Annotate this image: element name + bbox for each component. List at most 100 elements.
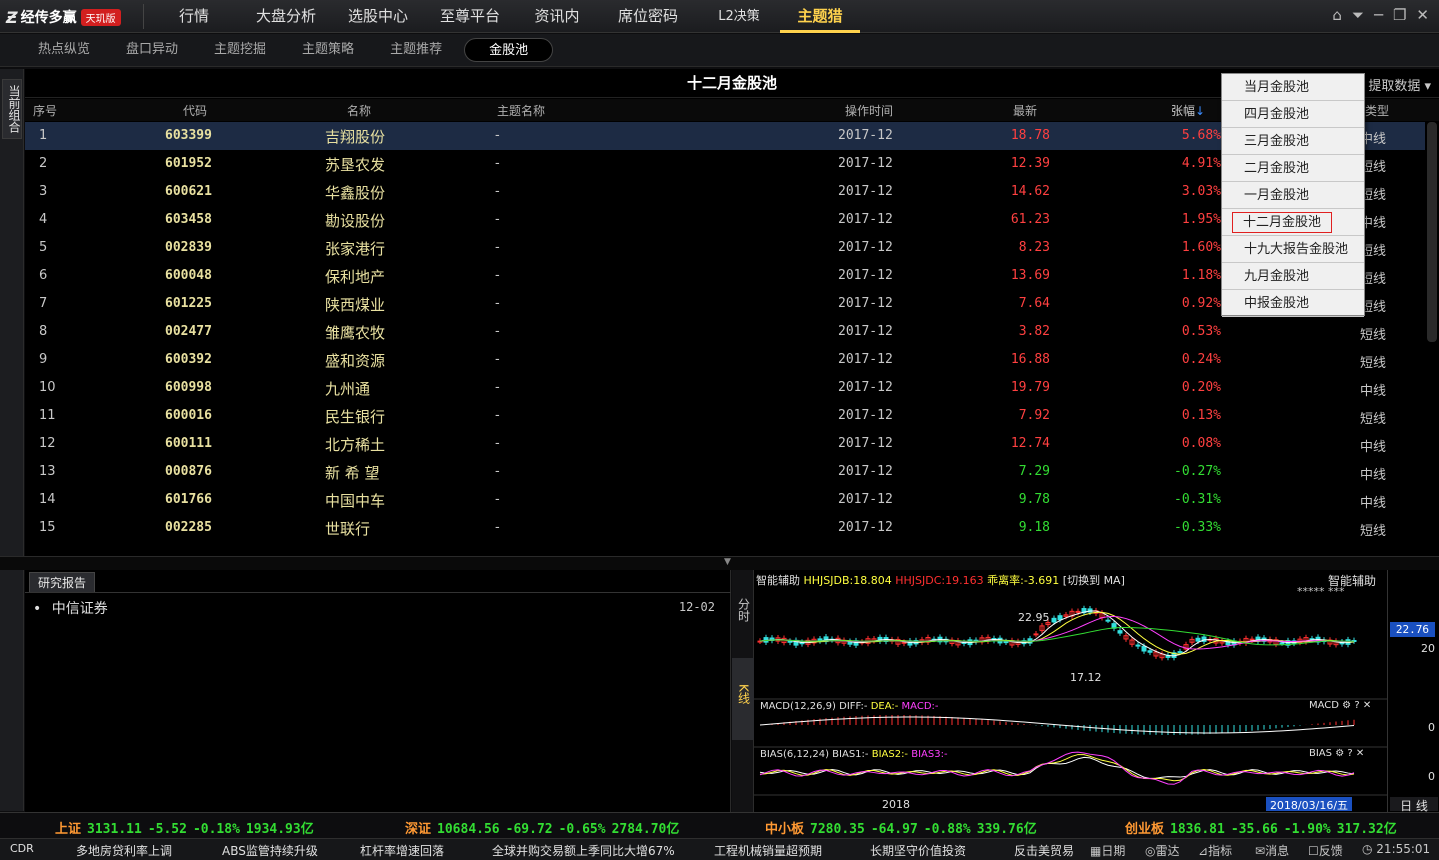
tool-button[interactable]: ✉消息 — [1255, 842, 1289, 859]
table-row[interactable]: 1 603399 吉翔股份 -2017-12 18.78 5.68% 中线 — [25, 122, 1425, 150]
news-item[interactable]: 工程机械销量超预期 — [714, 842, 822, 859]
report-list-item[interactable]: • 中信证券 12-02 — [33, 598, 723, 618]
switch-to-ma-link[interactable]: [切换到 MA] — [1063, 574, 1125, 587]
row-index: 4 — [39, 212, 48, 227]
gear-icon[interactable]: ⚙ — [1342, 700, 1351, 711]
market-index[interactable]: 创业板 1836.81 -35.66 -1.90% 317.32亿 — [1125, 818, 1403, 837]
dropdown-item[interactable]: 二月金股池 — [1222, 155, 1364, 182]
market-index[interactable]: 深证 10684.56 -69.72 -0.65% 2784.70亿 — [405, 818, 685, 837]
news-item[interactable]: 全球并购交易额上季同比大增67% — [492, 842, 675, 859]
operation-time: 2017-12 — [838, 464, 893, 479]
tab-research-report[interactable]: 研究报告 — [29, 572, 96, 592]
table-row[interactable]: 12 600111 北方稀土 - 2017-12 12.74 0.08% 中线 — [25, 430, 1425, 458]
col-header-name[interactable]: 名称 — [347, 102, 371, 119]
subtab-unusual-moves[interactable]: 盘口异动 — [112, 38, 192, 62]
subtab-hot-overview[interactable]: 热点纵览 — [24, 38, 104, 62]
table-row[interactable]: 10 600998 九州通 - 2017-12 19.79 0.20% 中线 — [25, 374, 1425, 402]
dropdown-item[interactable]: 中报金股池 — [1222, 290, 1364, 317]
current-price-badge: 22.76 — [1389, 622, 1435, 637]
period-selector[interactable]: 日 线 — [1390, 797, 1438, 813]
collapse-triangle-icon[interactable]: ▼ — [724, 557, 731, 567]
extract-data-button[interactable]: 提取数据 ▾ — [1368, 75, 1431, 94]
tool-button[interactable]: ◎雷达 — [1145, 842, 1180, 859]
close-icon[interactable]: ✕ — [1363, 700, 1371, 711]
index-pct: -0.88% — [923, 822, 971, 837]
tool-button[interactable]: ☐反馈 — [1308, 842, 1343, 859]
dropdown-item[interactable]: 十九大报告金股池 — [1222, 236, 1364, 263]
dropdown-item[interactable]: 三月金股池 — [1222, 128, 1364, 155]
col-header-idx[interactable]: 序号 — [33, 102, 57, 119]
dropdown-item[interactable]: 九月金股池 — [1222, 263, 1364, 290]
nav-item-platform[interactable]: 至尊平台 — [424, 0, 516, 33]
table-scrollbar[interactable] — [1427, 122, 1437, 342]
close-icon[interactable]: ✕ — [1416, 6, 1429, 24]
period-day[interactable]: 日 — [1400, 799, 1412, 813]
table-row[interactable]: 8 002477 雏鹰农牧 - 2017-12 3.82 0.53% 短线 — [25, 318, 1425, 346]
col-header-code[interactable]: 代码 — [183, 102, 207, 119]
restore-icon[interactable]: ❐ — [1393, 6, 1406, 24]
table-row[interactable]: 9 600392 盛和资源 - 2017-12 16.88 0.24% 短线 — [25, 346, 1425, 374]
gear-icon[interactable]: ⚙ — [1335, 748, 1344, 759]
col-header-type[interactable]: 类型 — [1365, 102, 1389, 119]
nav-item-news[interactable]: 资讯内参 — [516, 0, 598, 58]
table-row[interactable]: 7 601225 陕西煤业 -2017-12 7.64 0.92% 短线 — [25, 290, 1425, 318]
news-item[interactable]: 长期坚守价值投资 — [870, 842, 966, 859]
panel-splitter[interactable]: ▼ — [0, 556, 1439, 570]
col-header-topic[interactable]: 主题名称 — [497, 102, 545, 119]
dropdown-item[interactable]: 当月金股池 — [1222, 74, 1364, 101]
col-header-time[interactable]: 操作时间 — [845, 102, 893, 119]
subtab-golden-pool[interactable]: 金股池 — [464, 38, 554, 62]
topic-name: - — [495, 128, 500, 143]
minimize-icon[interactable]: ─ — [1374, 6, 1383, 24]
menu-down-icon[interactable]: ⏷ — [1352, 6, 1364, 24]
bias2-value: BIAS2:- — [871, 749, 909, 760]
sort-desc-icon: ↓ — [1195, 104, 1206, 118]
period-line[interactable]: 线 — [1416, 799, 1428, 813]
close-icon[interactable]: ✕ — [1356, 748, 1364, 759]
news-item[interactable]: 多地房贷利率上调 — [76, 842, 172, 859]
tab-timeshare[interactable]: 分时 — [732, 598, 754, 628]
dropdown-item[interactable]: 一月金股池 — [1222, 182, 1364, 209]
news-item[interactable]: CDR — [10, 842, 34, 855]
subtab-theme-recommend[interactable]: 主题推荐 — [376, 38, 456, 62]
col-header-change[interactable]: 张幅↓ — [1171, 102, 1205, 119]
table-row[interactable]: 14 601766 中国中车 - 2017-12 9.78 -0.31% 中线 — [25, 486, 1425, 514]
nav-item-l2[interactable]: L2决策 — [698, 0, 780, 33]
help-icon[interactable]: ? — [1354, 700, 1359, 711]
topic-name: - — [495, 296, 500, 311]
kline-chart[interactable]: 22.95 17.12 — [754, 570, 1387, 812]
tool-button[interactable]: ⊿指标 — [1198, 842, 1232, 859]
table-row[interactable]: 15 002285 世联行 - 2017-12 9.18 -0.33% 短线 — [25, 514, 1425, 542]
news-item[interactable]: 杠杆率增速回落 — [360, 842, 444, 859]
nav-item-stock-picker[interactable]: 选股中心 — [332, 0, 424, 33]
stock-code: 002285 — [165, 520, 212, 535]
table-row[interactable]: 5 002839 张家港行 -2017-12 8.23 1.60% 短线 — [25, 234, 1425, 262]
nav-item-quotes[interactable]: 行情 — [148, 0, 240, 33]
dropdown-item[interactable]: 十二月金股池 — [1222, 209, 1364, 236]
table-row[interactable]: 6 600048 保利地产 -2017-12 13.69 1.18% 短线 — [25, 262, 1425, 290]
news-item[interactable]: ABS监管持续升级 — [222, 842, 318, 859]
change-percent: 0.13% — [1181, 408, 1221, 423]
nav-item-seat-code[interactable]: 席位密码 — [598, 0, 698, 33]
home-icon[interactable]: ⌂ — [1332, 6, 1342, 24]
subtab-theme-strategy[interactable]: 主题策略 — [288, 38, 368, 62]
market-index[interactable]: 上证 3131.11 -5.52 -0.18% 1934.93亿 — [55, 818, 320, 837]
table-row[interactable]: 13 000876 新 希 望 - 2017-12 7.29 -0.27% 中线 — [25, 458, 1425, 486]
table-row[interactable]: 2 601952 苏垦农发 -2017-12 12.39 4.91% 短线 — [25, 150, 1425, 178]
tab-kline[interactable]: K线 — [732, 658, 754, 740]
subtab-theme-mining[interactable]: 主题挖掘 — [200, 38, 280, 62]
col-header-price[interactable]: 最新 — [1013, 102, 1037, 119]
table-row[interactable]: 4 603458 勘设股份 -2017-12 61.23 1.95% 中线 — [25, 206, 1425, 234]
table-row[interactable]: 11 600016 民生银行 - 2017-12 7.92 0.13% 短线 — [25, 402, 1425, 430]
nav-item-theme-hunter[interactable]: 主题猎手 — [780, 0, 860, 58]
table-row[interactable]: 3 600621 华鑫股份 -2017-12 14.62 3.03% 短线 — [25, 178, 1425, 206]
news-item[interactable]: 反击美贸易 — [1014, 842, 1074, 859]
tab-current-portfolio[interactable]: 当前组合 — [2, 79, 22, 139]
latest-price: 18.78 — [1010, 128, 1050, 143]
dropdown-item[interactable]: 四月金股池 — [1222, 101, 1364, 128]
market-index[interactable]: 中小板 7280.35 -64.97 -0.88% 339.76亿 — [765, 818, 1043, 837]
help-icon[interactable]: ? — [1347, 748, 1352, 759]
tool-button[interactable]: ▦日期 — [1090, 842, 1125, 859]
nav-item-market-analysis[interactable]: 大盘分析 — [240, 0, 332, 33]
extract-data-label: 提取数据 — [1368, 79, 1421, 94]
